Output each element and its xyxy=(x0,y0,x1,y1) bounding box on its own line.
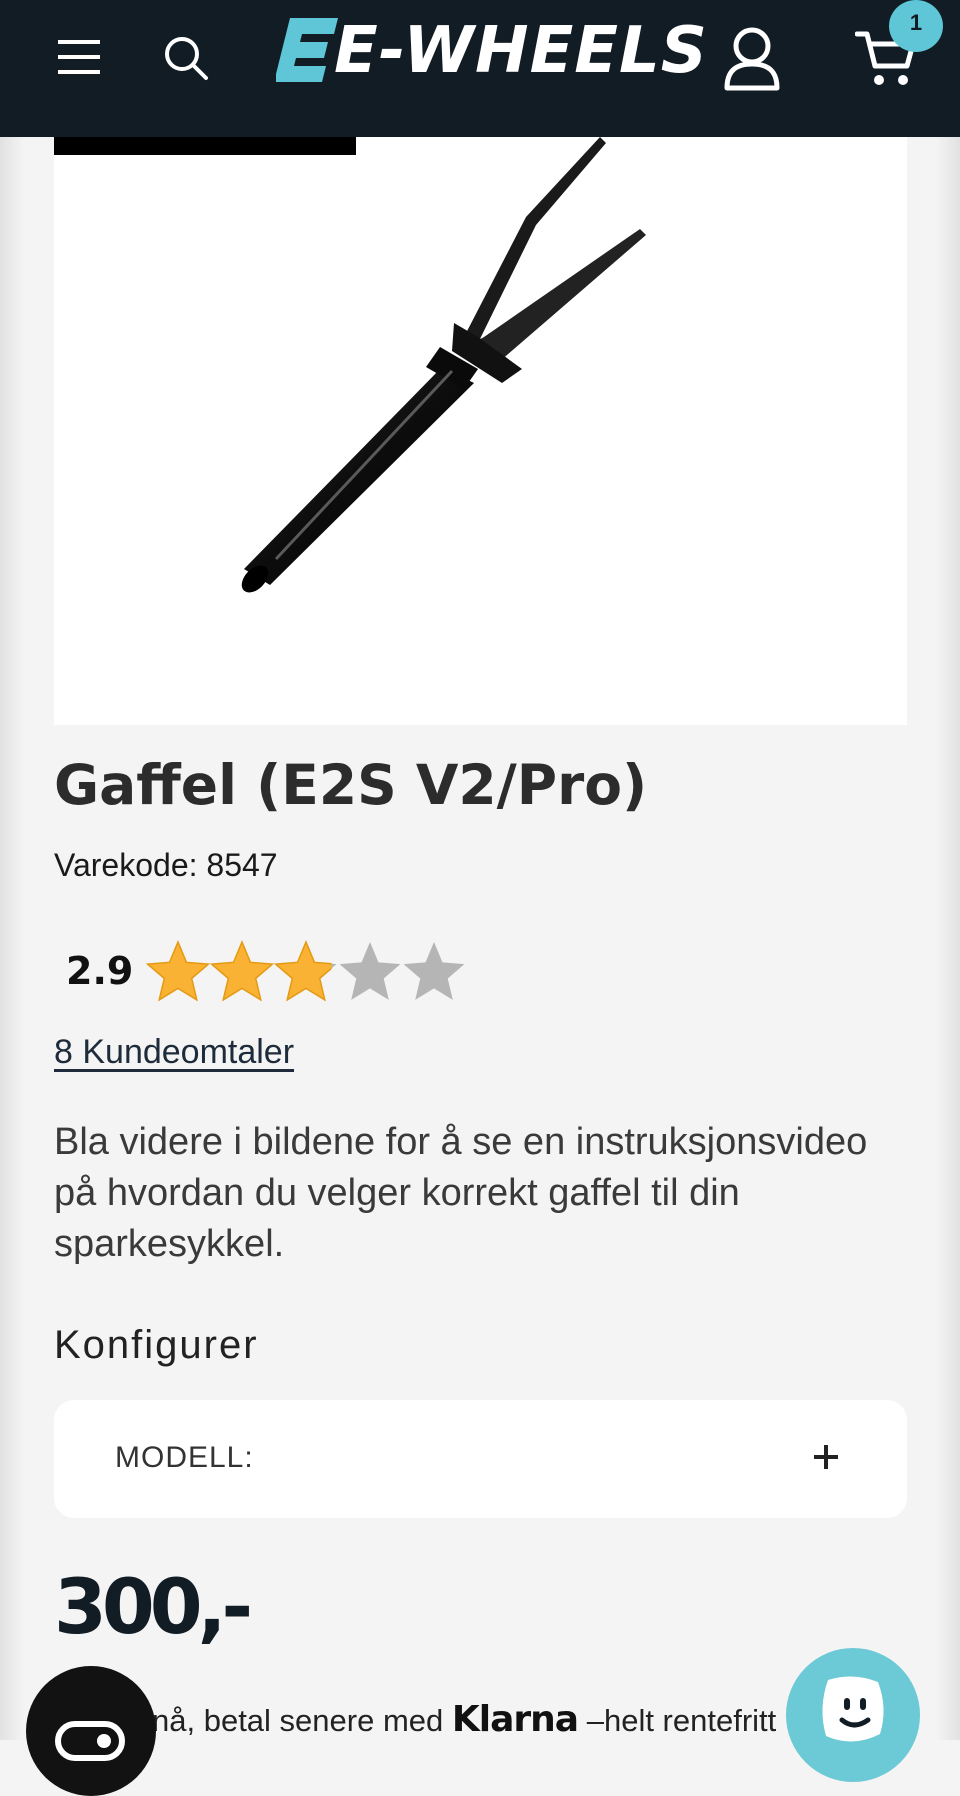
page-edge-shadow xyxy=(936,137,960,1740)
logo-text: E-WHEELS xyxy=(334,14,708,88)
klarna-suffix: –helt rentefritt xyxy=(586,1703,777,1738)
product-rating[interactable]: 2.9 xyxy=(66,940,496,1006)
expand-plus-icon[interactable] xyxy=(812,1443,840,1471)
logo-e-mark-icon xyxy=(276,18,338,82)
account-icon[interactable] xyxy=(722,26,782,92)
product-price: 300,- xyxy=(54,1562,253,1651)
cart-count-badge[interactable]: 1 xyxy=(889,0,943,52)
rating-stars xyxy=(146,940,470,1004)
menu-icon[interactable] xyxy=(56,36,102,78)
product-title: Gaffel (E2S V2/Pro) xyxy=(54,753,648,817)
support-widget-button[interactable] xyxy=(786,1648,920,1782)
product-description: Bla videre i bildene for å se en instruk… xyxy=(54,1121,868,1265)
page-edge-shadow xyxy=(0,137,24,1740)
search-icon[interactable] xyxy=(162,34,210,82)
smiley-face-icon xyxy=(822,1676,884,1742)
klarna-prefix: nå, betal senere med xyxy=(152,1703,444,1738)
e-wheels-logo[interactable]: E-WHEELS xyxy=(276,14,707,86)
rating-score: 2.9 xyxy=(66,949,134,993)
site-header: E-WHEELS 1 xyxy=(0,0,960,137)
product-sku: Varekode: 8547 xyxy=(54,847,278,883)
rating-star-icon xyxy=(210,940,274,1002)
rating-star-icon xyxy=(403,942,465,1000)
rating-star-icon xyxy=(274,940,337,1002)
fork-product-illustration xyxy=(241,137,646,593)
configure-heading: Konfigurer xyxy=(54,1323,259,1367)
chat-icon xyxy=(55,1721,125,1761)
customer-reviews-link[interactable]: 8 Kundeomtaler xyxy=(54,1030,294,1074)
klarna-logo: Klarna xyxy=(451,1699,579,1740)
rating-star-icon xyxy=(339,942,401,1000)
rating-star-icon xyxy=(146,940,210,1002)
chat-launcher-button[interactable] xyxy=(26,1666,156,1796)
model-label: MODELL: xyxy=(115,1441,254,1474)
klarna-payment-info[interactable]: nå, betal senere med Klarna –helt rentef… xyxy=(152,1695,776,1746)
product-image[interactable] xyxy=(54,137,907,725)
model-selector[interactable]: MODELL: xyxy=(54,1400,907,1518)
